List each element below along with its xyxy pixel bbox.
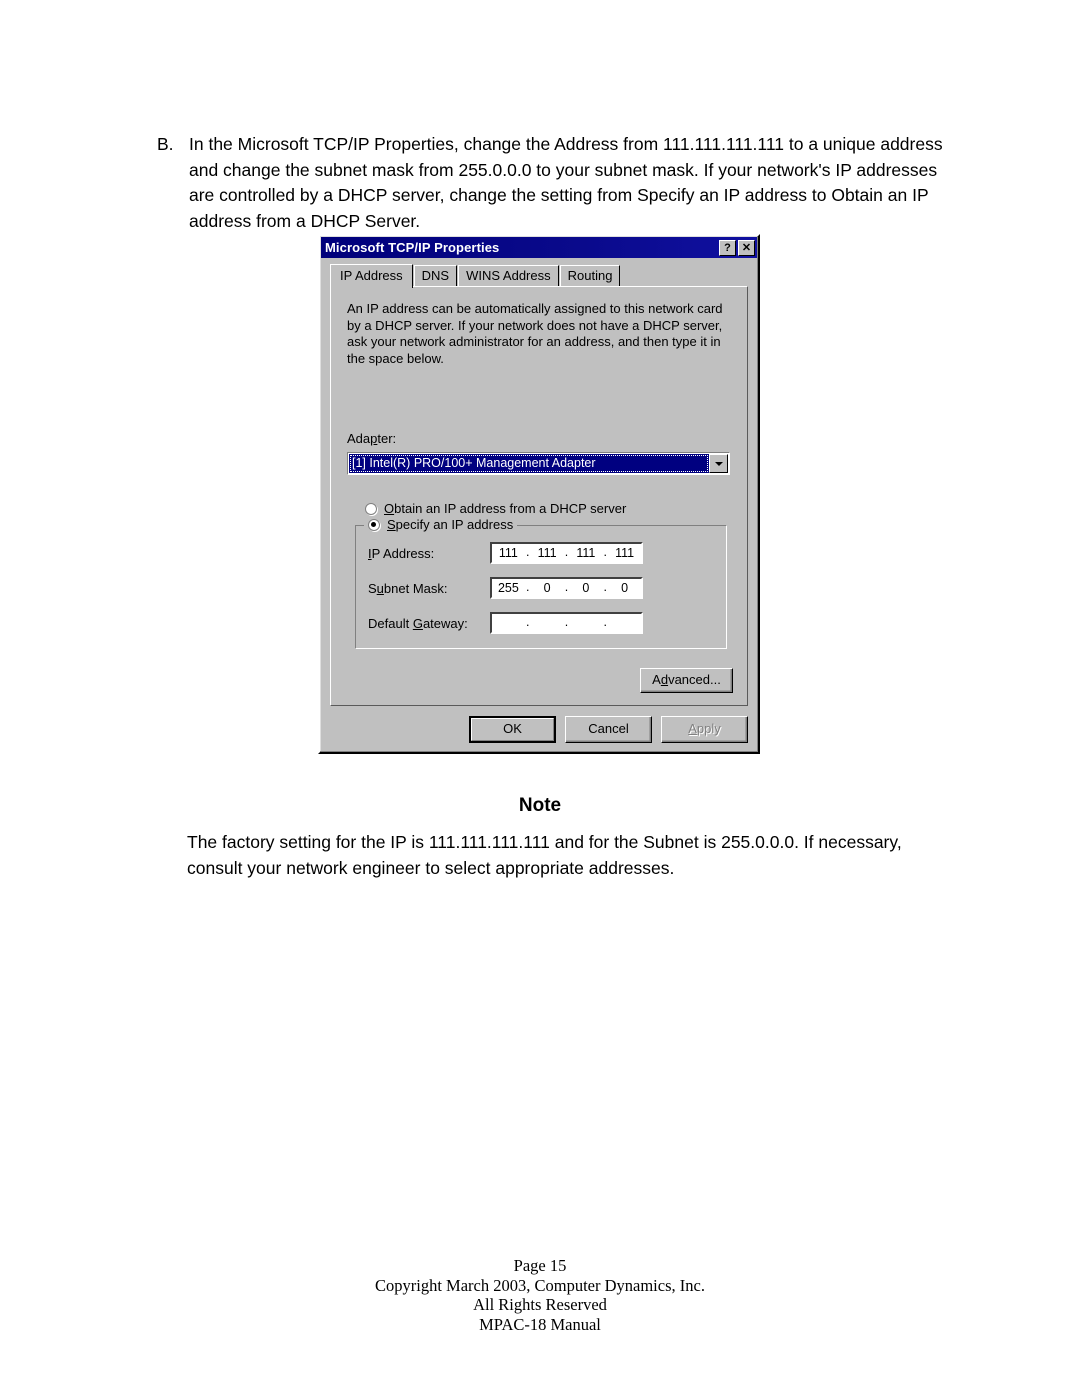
- radio-label-dhcp: Obtain an IP address from a DHCP server: [384, 501, 627, 516]
- footer-page-number: Page 15: [513, 1256, 567, 1275]
- panel-description: An IP address can be automatically assig…: [347, 301, 723, 366]
- radio-circle-specify[interactable]: [368, 518, 380, 531]
- tcpip-properties-dialog: Microsoft TCP/IP Properties ? ✕ IP Addre…: [318, 234, 760, 754]
- step-text: In the Microsoft TCP/IP Properties, chan…: [189, 134, 943, 231]
- ok-button[interactable]: OK: [469, 716, 556, 743]
- ip-octet-4[interactable]: 111: [608, 546, 641, 560]
- note-heading: Note: [518, 795, 562, 816]
- subnet-octet-3[interactable]: 0: [570, 581, 603, 595]
- arrow-glyph: [714, 461, 723, 466]
- ip-octet-2[interactable]: 111: [531, 546, 564, 560]
- ip-separator: .: [603, 614, 607, 629]
- ip-separator: .: [526, 614, 530, 629]
- radio-label-specify: Specify an IP address: [387, 517, 514, 532]
- input-ip-address[interactable]: 111 . 111 . 111 . 111: [490, 542, 643, 564]
- subnet-octet-4[interactable]: 0: [608, 581, 641, 595]
- tab-dns[interactable]: DNS: [413, 265, 458, 286]
- subnet-octet-2[interactable]: 0: [531, 581, 564, 595]
- document-page: B. In the Microsoft TCP/IP Properties, c…: [0, 0, 1080, 1397]
- footer-rights: All Rights Reserved: [473, 1295, 607, 1314]
- radio-obtain-dhcp[interactable]: Obtain an IP address from a DHCP server: [365, 501, 733, 516]
- help-icon[interactable]: ?: [719, 239, 736, 256]
- field-row-default-gateway: Default Gateway: . . .: [368, 612, 714, 634]
- input-subnet-mask[interactable]: 255 . 0 . 0 . 0: [490, 577, 643, 599]
- apply-button: Apply: [661, 716, 748, 743]
- cancel-button[interactable]: Cancel: [565, 716, 652, 743]
- adapter-dropdown[interactable]: [1] Intel(R) PRO/100+ Management Adapter: [347, 452, 730, 475]
- dialog-title: Microsoft TCP/IP Properties: [325, 240, 500, 255]
- label-subnet-mask: Subnet Mask:: [368, 580, 448, 596]
- field-row-subnet-mask: Subnet Mask: 255 . 0 . 0 . 0: [368, 577, 714, 599]
- input-default-gateway[interactable]: . . .: [490, 612, 643, 634]
- note-body: The factory setting for the IP is 111.11…: [187, 832, 902, 878]
- tab-ip-address[interactable]: IP Address: [330, 264, 413, 288]
- step-letter: B.: [157, 134, 174, 154]
- specify-ip-groupbox: Specify an IP address IP Address: 111 . …: [355, 517, 727, 649]
- ip-separator: .: [564, 614, 569, 629]
- subnet-octet-1[interactable]: 255: [492, 581, 525, 595]
- tab-routing[interactable]: Routing: [559, 265, 621, 286]
- dialog-titlebar[interactable]: Microsoft TCP/IP Properties ? ✕: [321, 237, 757, 258]
- dialog-button-bar: OK Cancel Apply: [330, 716, 748, 743]
- radio-circle-dhcp[interactable]: [365, 502, 377, 515]
- adapter-selected-value: [1] Intel(R) PRO/100+ Management Adapter: [349, 454, 709, 473]
- instruction-step-b: B. In the Microsoft TCP/IP Properties, c…: [157, 132, 947, 234]
- adapter-label: Adapter:: [347, 431, 397, 446]
- radio-specify-ip[interactable]: Specify an IP address: [364, 517, 518, 532]
- ip-octet-1[interactable]: 111: [492, 546, 525, 560]
- page-footer: Page 15 Copyright March 2003, Computer D…: [0, 1256, 1080, 1334]
- advanced-button[interactable]: Advanced...: [640, 668, 733, 693]
- field-row-ip-address: IP Address: 111 . 111 . 111 . 111: [368, 542, 714, 564]
- footer-copyright: Copyright March 2003, Computer Dynamics,…: [375, 1275, 705, 1295]
- tab-strip: IP Address DNS WINS Address Routing: [330, 264, 758, 288]
- footer-manual-name: MPAC-18 Manual: [479, 1314, 601, 1334]
- tab-panel-ip-address: An IP address can be automatically assig…: [330, 286, 748, 706]
- tab-wins-address[interactable]: WINS Address: [458, 265, 559, 286]
- label-ip-address: IP Address:: [368, 545, 435, 561]
- chevron-down-icon[interactable]: [709, 454, 728, 473]
- close-icon[interactable]: ✕: [738, 239, 755, 256]
- ip-octet-3[interactable]: 111: [570, 546, 603, 560]
- label-default-gateway: Default Gateway:: [368, 615, 468, 631]
- ok-button-label: OK: [471, 718, 554, 741]
